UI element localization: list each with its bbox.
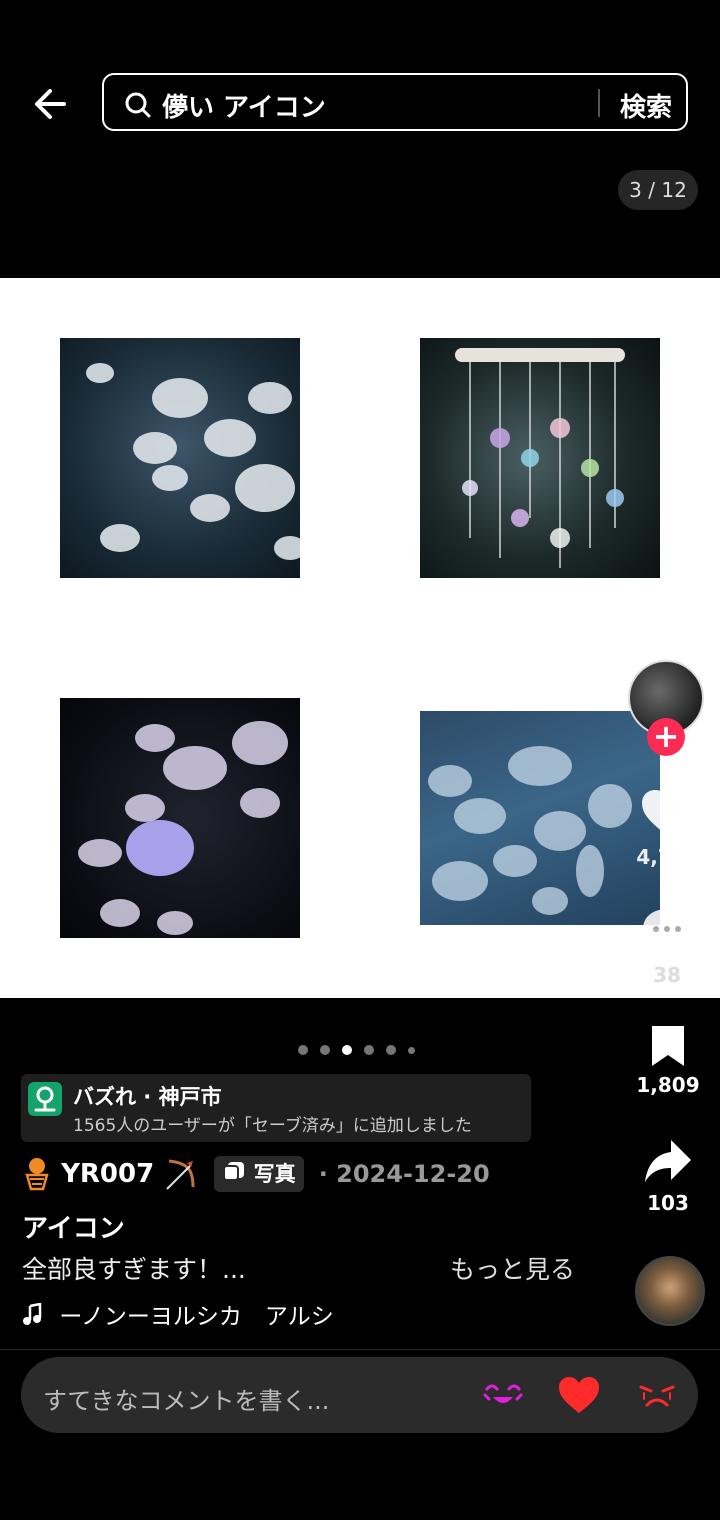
photo-slide[interactable] <box>0 278 720 998</box>
photo-badge: 写真 <box>214 1156 304 1192</box>
sound-avatar[interactable] <box>635 1256 705 1326</box>
jellyfish-photo-1 <box>60 338 300 578</box>
search-bar[interactable]: 儚い アイコン 検索 <box>102 73 688 131</box>
location-card[interactable]: バズれ · 神戸市 1565人のユーザーが「セーブ済み」に追加しました <box>21 1074 531 1142</box>
author-name[interactable]: YR007 <box>61 1159 154 1189</box>
bookmark-icon <box>652 1026 684 1066</box>
post-description: 全部良すぎます！... <box>22 1255 246 1284</box>
see-more-link[interactable]: もっと見る <box>450 1250 575 1286</box>
laughing-emoji-icon[interactable] <box>481 1375 525 1415</box>
post-date: · 2024-12-20 <box>318 1160 490 1188</box>
share-count: 103 <box>647 1191 689 1215</box>
crying-emoji-icon[interactable] <box>635 1375 679 1415</box>
location-subtitle: 1565人のユーザーが「セーブ済み」に追加しました <box>73 1116 472 1136</box>
page-dot <box>364 1045 374 1055</box>
music-line[interactable]: ーノンーヨルシカ アルシ <box>22 1297 334 1331</box>
share-button[interactable]: 103 <box>628 1138 708 1215</box>
comment-input[interactable]: すてきなコメントを書く... <box>43 1381 329 1416</box>
page-dot-active <box>342 1045 352 1055</box>
search-icon <box>125 92 151 118</box>
music-title: ーノンーヨルシカ アルシ <box>59 1304 334 1330</box>
arrow-left-icon <box>35 89 66 119</box>
page-indicator <box>298 1040 427 1055</box>
search-divider <box>598 89 600 117</box>
image-counter: 3 / 12 <box>618 170 698 210</box>
photo-badge-label: 写真 <box>253 1162 296 1186</box>
comment-bar[interactable]: すてきなコメントを書く... <box>21 1357 698 1433</box>
follow-plus-button[interactable]: + <box>647 718 685 756</box>
comment-bubble-icon <box>643 909 691 956</box>
jellyfish-photo-3 <box>60 698 300 938</box>
comment-count: 38 <box>653 963 681 987</box>
bow-arrow-icon <box>166 1159 195 1190</box>
butterfly-mobile-photo <box>420 338 660 578</box>
like-count: 4,746 <box>636 845 700 869</box>
music-note-icon <box>23 1302 42 1325</box>
search-submit-button[interactable]: 検索 <box>620 87 672 124</box>
divider <box>0 1349 720 1350</box>
share-arrow-icon <box>645 1140 691 1182</box>
basketball-hoop-icon <box>25 1158 49 1191</box>
save-count: 1,809 <box>636 1073 700 1097</box>
photo-stack-icon <box>223 1162 245 1181</box>
page-dot <box>408 1047 415 1054</box>
jellyfish-photo-4 <box>420 711 660 925</box>
location-pin-icon <box>28 1082 62 1116</box>
back-button[interactable] <box>30 82 78 126</box>
post-title: アイコン <box>22 1214 125 1244</box>
like-button[interactable]: 4,746 <box>628 788 708 869</box>
comment-button[interactable]: 38 <box>627 906 707 987</box>
page-dot <box>320 1045 330 1055</box>
author-line: YR007 写真 · 2024-12-20 <box>22 1156 490 1198</box>
location-title: バズれ · 神戸市 <box>73 1085 222 1109</box>
page-dot <box>298 1045 308 1055</box>
heart-icon <box>642 790 694 836</box>
search-input[interactable]: 儚い アイコン <box>162 87 326 124</box>
heart-emoji-icon[interactable] <box>557 1375 601 1415</box>
page-dot <box>386 1045 396 1055</box>
save-button[interactable]: 1,809 <box>628 1024 708 1097</box>
